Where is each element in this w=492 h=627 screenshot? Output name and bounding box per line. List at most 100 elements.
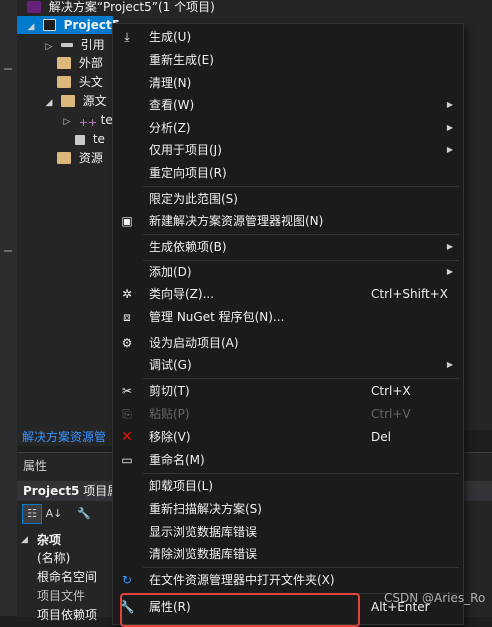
menu-separator bbox=[143, 473, 459, 474]
menu-item-label: 设为启动项目(A) bbox=[149, 336, 239, 350]
expand-arrow-icon[interactable]: ▷ bbox=[61, 113, 73, 131]
submenu-arrow-icon: ▶ bbox=[446, 242, 453, 251]
tree-item-label: 源文 bbox=[82, 94, 107, 108]
submenu-arrow-icon: ▶ bbox=[446, 100, 453, 109]
menu-item-label: 限定为此范围(S) bbox=[149, 192, 238, 206]
menu-item-label: 生成依赖项(B) bbox=[149, 240, 227, 254]
menu-item-build-dependencies[interactable]: 生成依赖项(B) ▶ bbox=[113, 236, 463, 258]
remove-x-icon: ✕ bbox=[121, 429, 133, 445]
collapse-arrow-icon[interactable]: ◢ bbox=[21, 531, 28, 549]
menu-item-set-startup[interactable]: ⚙ 设为启动项目(A) bbox=[113, 332, 463, 354]
property-pages-wrench-icon[interactable]: 🔧 bbox=[75, 505, 93, 523]
tree-item-references[interactable]: ▷ 引用 bbox=[43, 36, 105, 54]
rename-icon: ▭ bbox=[121, 453, 133, 467]
menu-item-paste[interactable]: ⎘ 粘贴(P) Ctrl+V bbox=[113, 403, 463, 425]
menu-item-clear-db-errors[interactable]: 清除浏览数据库错误 bbox=[113, 543, 463, 565]
menu-item-retarget[interactable]: 重定向项目(R) bbox=[113, 162, 463, 184]
menu-item-label: 重新扫描解决方案(S) bbox=[149, 502, 262, 516]
tree-item-headers[interactable]: 头文 bbox=[55, 73, 103, 91]
menu-item-project-only[interactable]: 仅用于项目(J) ▶ bbox=[113, 139, 463, 161]
menu-item-label: 管理 NuGet 程序包(N)... bbox=[149, 310, 285, 324]
menu-item-label: 查看(W) bbox=[149, 98, 195, 112]
menu-item-show-db-errors[interactable]: 显示浏览数据库错误 bbox=[113, 521, 463, 543]
categorized-icon[interactable]: ☷ bbox=[22, 504, 42, 524]
menu-item-class-wizard[interactable]: ✲ 类向导(Z)... Ctrl+Shift+X bbox=[113, 283, 463, 305]
menu-separator bbox=[143, 234, 459, 235]
menu-item-label: 重定向项目(R) bbox=[149, 166, 227, 180]
tree-item-label: 资源 bbox=[78, 151, 103, 165]
submenu-arrow-icon: ▶ bbox=[446, 360, 453, 369]
properties-subject-name: Project5 bbox=[23, 484, 80, 498]
menu-item-scope-to-this[interactable]: 限定为此范围(S) bbox=[113, 188, 463, 210]
menu-item-label: 移除(V) bbox=[149, 430, 191, 444]
tree-item-file[interactable]: ▷ ++ te bbox=[61, 111, 113, 129]
collapse-arrow-icon[interactable]: ◢ bbox=[25, 18, 37, 36]
menu-item-label: 类向导(Z)... bbox=[149, 287, 215, 301]
menu-item-clean[interactable]: 清理(N) bbox=[113, 72, 463, 94]
menu-item-open-in-explorer[interactable]: ↻ 在文件资源管理器中打开文件夹(X) bbox=[113, 569, 463, 591]
menu-item-rename[interactable]: ▭ 重命名(M) bbox=[113, 449, 463, 471]
expand-arrow-icon[interactable]: ▷ bbox=[43, 38, 55, 56]
refresh-open-folder-icon: ↻ bbox=[121, 573, 133, 587]
menu-item-rebuild[interactable]: 重新生成(E) bbox=[113, 49, 463, 71]
submenu-arrow-icon: ▶ bbox=[446, 267, 453, 276]
strip-mark bbox=[4, 250, 12, 252]
submenu-arrow-icon: ▶ bbox=[446, 145, 453, 154]
collapse-arrow-icon[interactable]: ◢ bbox=[43, 94, 55, 112]
menu-item-label: 清理(N) bbox=[149, 76, 192, 90]
menu-item-unload-project[interactable]: 卸载项目(L) bbox=[113, 475, 463, 497]
section-label: 杂项 bbox=[37, 533, 62, 547]
menu-item-shortcut: Ctrl+X bbox=[371, 384, 411, 398]
cpp-file-icon: ++ bbox=[78, 116, 98, 129]
solution-icon bbox=[27, 1, 41, 13]
property-name: 项目文件 bbox=[37, 589, 86, 603]
gear-icon: ⚙ bbox=[121, 336, 133, 350]
menu-item-label: 重命名(M) bbox=[149, 453, 205, 467]
folder-icon bbox=[57, 57, 71, 69]
menu-item-add[interactable]: 添加(D) ▶ bbox=[113, 261, 463, 283]
solution-label: 解决方案“Project5”(1 个项目) bbox=[48, 0, 215, 14]
tree-item-external[interactable]: 外部 bbox=[55, 54, 103, 72]
menu-separator bbox=[143, 186, 459, 187]
menu-item-label: 重新生成(E) bbox=[149, 53, 214, 67]
menu-item-shortcut: Ctrl+V bbox=[371, 407, 411, 421]
property-name: 根命名空间 bbox=[37, 570, 98, 584]
tree-item-label: 外部 bbox=[78, 56, 103, 70]
menu-item-manage-nuget[interactable]: ⧈ 管理 NuGet 程序包(N)... bbox=[113, 306, 463, 328]
solution-explorer-tab-link[interactable]: 解决方案资源管 bbox=[17, 428, 122, 446]
tree-row-project[interactable]: ◢ Project5 bbox=[17, 16, 120, 36]
tree-item-file[interactable]: te bbox=[73, 130, 105, 148]
menu-item-debug[interactable]: 调试(G) ▶ bbox=[113, 354, 463, 376]
menu-item-build[interactable]: ⤓ 生成(U) bbox=[113, 26, 463, 48]
submenu-arrow-icon: ▶ bbox=[446, 123, 453, 132]
menu-item-new-explorer-view[interactable]: ▣ 新建解决方案资源管理器视图(N) bbox=[113, 210, 463, 232]
nuget-package-icon: ⧈ bbox=[123, 310, 131, 324]
sort-alpha-icon[interactable]: A↓ bbox=[45, 505, 63, 523]
tree-item-label: 引用 bbox=[80, 38, 105, 52]
menu-item-label: 显示浏览数据库错误 bbox=[149, 525, 258, 539]
class-wizard-icon: ✲ bbox=[121, 287, 133, 301]
tree-item-sources[interactable]: ◢ 源文 bbox=[43, 92, 107, 110]
file-icon bbox=[75, 135, 85, 145]
tree-row-solution[interactable]: 解决方案“Project5”(1 个项目) bbox=[25, 0, 215, 16]
menu-item-label: 添加(D) bbox=[149, 265, 192, 279]
menu-item-shortcut: Ctrl+Shift+X bbox=[371, 287, 448, 301]
menu-item-cut[interactable]: ✂ 剪切(T) Ctrl+X bbox=[113, 380, 463, 402]
menu-item-rescan-solution[interactable]: 重新扫描解决方案(S) bbox=[113, 498, 463, 520]
scissors-icon: ✂ bbox=[121, 384, 133, 398]
folder-open-icon bbox=[60, 95, 75, 107]
project-icon bbox=[42, 19, 56, 31]
folder-icon bbox=[57, 76, 71, 88]
build-icon: ⤓ bbox=[124, 30, 130, 44]
menu-item-label: 卸载项目(L) bbox=[149, 479, 214, 493]
menu-item-label: 粘贴(P) bbox=[149, 407, 190, 421]
tree-item-resources[interactable]: 资源 bbox=[55, 149, 103, 167]
menu-item-remove[interactable]: ✕ 移除(V) Del bbox=[113, 426, 463, 448]
property-name: 项目依赖项 bbox=[37, 608, 98, 622]
menu-item-view[interactable]: 查看(W) ▶ bbox=[113, 94, 463, 116]
menu-item-label: 清除浏览数据库错误 bbox=[149, 547, 258, 561]
menu-item-label: 在文件资源管理器中打开文件夹(X) bbox=[149, 573, 335, 587]
watermark: CSDN @Aries_Ro bbox=[384, 591, 486, 605]
menu-item-analyze[interactable]: 分析(Z) ▶ bbox=[113, 117, 463, 139]
properties-highlight-box bbox=[120, 593, 360, 627]
